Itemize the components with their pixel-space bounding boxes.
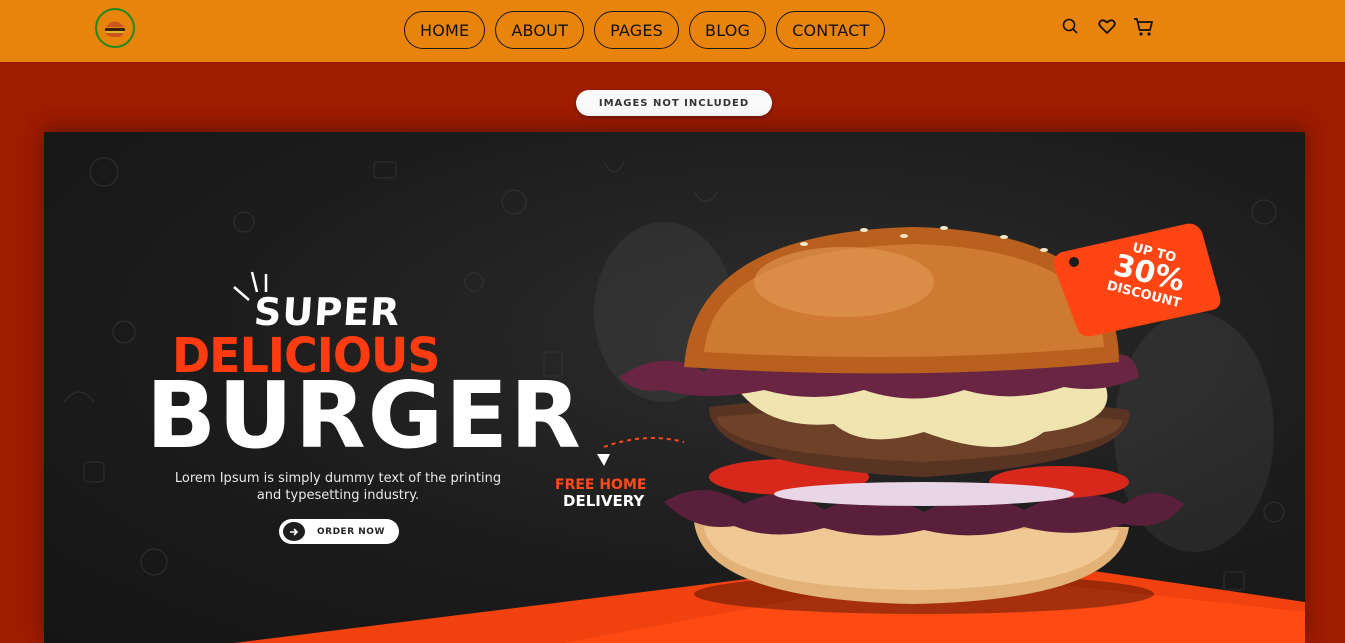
search-icon[interactable] [1061, 17, 1081, 37]
hero-description: Lorem Ipsum is simply dummy text of the … [174, 471, 502, 503]
order-now-label: ORDER NOW [317, 526, 385, 537]
main-nav: HOME ABOUT PAGES BLOG CONTACT [404, 11, 886, 49]
header-actions [1061, 17, 1153, 37]
burger-logo-icon[interactable] [95, 8, 135, 48]
arrow-right-icon [283, 522, 305, 541]
nav-contact-button[interactable]: CONTACT [776, 11, 886, 49]
hero-title-burger: BURGER [146, 362, 583, 469]
nav-blog-button[interactable]: BLOG [689, 11, 767, 49]
cart-icon[interactable] [1133, 17, 1153, 37]
nav-home-button[interactable]: HOME [404, 11, 486, 49]
delivery-text: DELIVERY [563, 492, 645, 510]
nav-pages-button[interactable]: PAGES [594, 11, 680, 49]
top-navbar: HOME ABOUT PAGES BLOG CONTACT [0, 0, 1345, 62]
nav-about-button[interactable]: ABOUT [495, 11, 585, 49]
images-not-included-badge: IMAGES NOT INCLUDED [576, 90, 772, 116]
order-now-button[interactable]: ORDER NOW [279, 519, 399, 544]
heart-icon[interactable] [1097, 17, 1117, 37]
free-home-text: FREE HOME [555, 477, 647, 493]
